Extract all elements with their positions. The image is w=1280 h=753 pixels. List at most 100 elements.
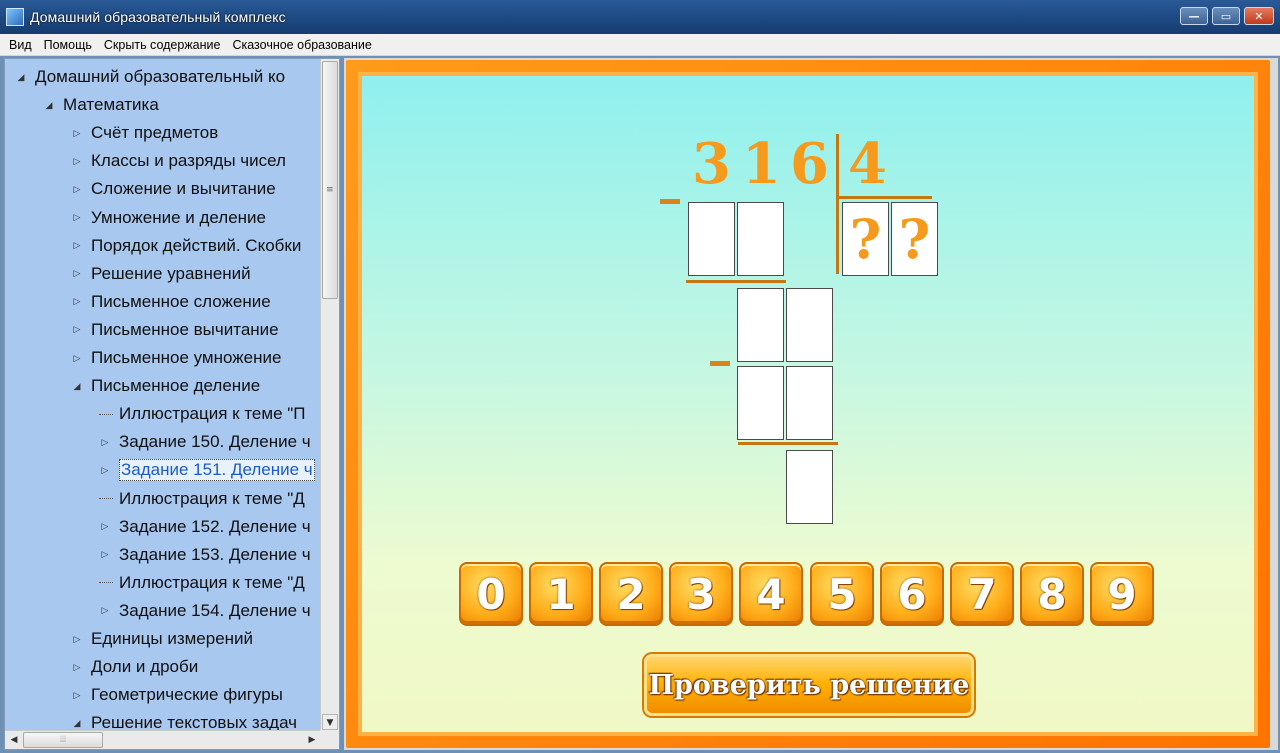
scroll-right-icon[interactable]: ▶ bbox=[304, 732, 320, 748]
tree-item[interactable]: ▷ Письменное сложение bbox=[71, 290, 271, 314]
quotient-cell[interactable]: ? bbox=[891, 202, 938, 276]
tree-item[interactable]: ▷ Письменное умножение bbox=[71, 346, 282, 370]
answer-cell[interactable] bbox=[786, 288, 833, 362]
minimize-button[interactable]: — bbox=[1180, 7, 1208, 25]
expanded-arrow-icon[interactable]: ◢ bbox=[71, 718, 83, 729]
tree-item[interactable]: ◢ Решение текстовых задач bbox=[71, 711, 297, 731]
dividend-digit: 6 bbox=[790, 131, 829, 197]
scroll-grip-icon: ≡ bbox=[326, 185, 334, 195]
tree-item-label: Доли и дроби bbox=[91, 657, 199, 677]
scroll-left-icon[interactable]: ◀ bbox=[6, 732, 22, 748]
menu-view[interactable]: Вид bbox=[3, 38, 38, 52]
tree-item[interactable]: Иллюстрация к теме "Д bbox=[99, 571, 305, 595]
digit-key-5[interactable]: 5 bbox=[810, 562, 874, 626]
tree-item-label: Классы и разряды чисел bbox=[91, 151, 286, 171]
vertical-scrollbar[interactable]: ≡ ▼ bbox=[320, 59, 339, 731]
tree-connector bbox=[99, 413, 113, 415]
digit-key-8[interactable]: 8 bbox=[1020, 562, 1084, 626]
digit-key-4[interactable]: 4 bbox=[739, 562, 803, 626]
tree-item[interactable]: ▷ Задание 152. Деление ч bbox=[99, 515, 311, 539]
tree-item[interactable]: Иллюстрация к теме "Д bbox=[99, 487, 305, 511]
collapsed-arrow-icon[interactable]: ▷ bbox=[99, 437, 111, 448]
tree-item[interactable]: ◢ Письменное деление bbox=[71, 374, 261, 398]
tree-item[interactable]: ▷ Счёт предметов bbox=[71, 121, 219, 145]
tree-item[interactable]: ◢ Домашний образовательный ко bbox=[15, 65, 286, 89]
collapsed-arrow-icon[interactable]: ▷ bbox=[99, 521, 111, 532]
digit-key-0[interactable]: 0 bbox=[459, 562, 523, 626]
collapsed-arrow-icon[interactable]: ▷ bbox=[71, 268, 83, 279]
tree-item[interactable]: ▷ Сложение и вычитание bbox=[71, 177, 276, 201]
tree-item[interactable]: ◢ Математика bbox=[43, 93, 159, 117]
collapsed-arrow-icon[interactable]: ▷ bbox=[71, 662, 83, 673]
digit-key-6[interactable]: 6 bbox=[880, 562, 944, 626]
tree-item[interactable]: ▷ Письменное вычитание bbox=[71, 318, 279, 342]
collapsed-arrow-icon[interactable]: ▷ bbox=[99, 605, 111, 616]
tree-item[interactable]: ▷ Геометрические фигуры bbox=[71, 683, 283, 707]
tree-item-label: Умножение и деление bbox=[91, 207, 267, 227]
answer-cell[interactable] bbox=[688, 202, 735, 276]
tree-item[interactable]: ▷ Умножение и деление bbox=[71, 206, 266, 230]
tree-item-label: Иллюстрация к теме "Д bbox=[119, 572, 305, 592]
vertical-scroll-thumb[interactable] bbox=[322, 61, 338, 299]
expanded-arrow-icon[interactable]: ◢ bbox=[43, 100, 55, 111]
close-button[interactable]: ✕ bbox=[1244, 7, 1274, 25]
division-vertical-bar bbox=[836, 134, 839, 274]
menu-hide-contents[interactable]: Скрыть содержание bbox=[98, 38, 227, 52]
tree-item[interactable]: ▷ Порядок действий. Скобки bbox=[71, 234, 302, 258]
expanded-arrow-icon[interactable]: ◢ bbox=[15, 72, 27, 83]
collapsed-arrow-icon[interactable]: ▷ bbox=[71, 240, 83, 251]
tree-item-label: Иллюстрация к теме "Д bbox=[119, 488, 305, 508]
tree-item-label: Математика bbox=[63, 95, 159, 115]
tree-item-label: Письменное сложение bbox=[91, 291, 271, 311]
collapsed-arrow-icon[interactable]: ▷ bbox=[99, 465, 111, 476]
horizontal-scrollbar[interactable]: ◀ ⦙⦙⦙ ▶ bbox=[5, 730, 321, 749]
tree-item[interactable]: ▷ Единицы измерений bbox=[71, 627, 254, 651]
check-solution-button[interactable]: Проверить решение bbox=[644, 654, 974, 716]
maximize-button[interactable]: ▭ bbox=[1212, 7, 1240, 25]
remainder-cell[interactable] bbox=[786, 450, 833, 524]
digit-key-9[interactable]: 9 bbox=[1090, 562, 1154, 626]
tree-item-label: Письменное вычитание bbox=[91, 319, 279, 339]
collapsed-arrow-icon[interactable]: ▷ bbox=[71, 353, 83, 364]
scroll-corner bbox=[320, 730, 339, 749]
tree-item[interactable]: ▷ Решение уравнений bbox=[71, 262, 251, 286]
collapsed-arrow-icon[interactable]: ▷ bbox=[71, 324, 83, 335]
collapsed-arrow-icon[interactable]: ▷ bbox=[71, 184, 83, 195]
tree-item[interactable]: ▷ Классы и разряды чисел bbox=[71, 149, 286, 173]
digit-key-2[interactable]: 2 bbox=[599, 562, 663, 626]
collapsed-arrow-icon[interactable]: ▷ bbox=[71, 156, 83, 167]
menu-fairy-education[interactable]: Сказочное образование bbox=[226, 38, 377, 52]
collapsed-arrow-icon[interactable]: ▷ bbox=[71, 128, 83, 139]
tree-item[interactable]: ▷ Задание 153. Деление ч bbox=[99, 543, 311, 567]
tree-item[interactable]: ▷ Задание 150. Деление ч bbox=[99, 430, 311, 454]
tree-item-selected[interactable]: ▷ Задание 151. Деление ч bbox=[99, 458, 315, 482]
content-area: 3 1 6 4 ? ? 0 1 2 3 4 5 6 7 8 9 Проверит… bbox=[344, 58, 1278, 750]
tree-item[interactable]: ▷ Задание 154. Деление ч bbox=[99, 599, 311, 623]
minus-sign bbox=[660, 199, 680, 204]
quotient-cell[interactable]: ? bbox=[842, 202, 889, 276]
tree-item-label: Письменное деление bbox=[91, 376, 261, 396]
answer-cell[interactable] bbox=[737, 202, 784, 276]
horizontal-scroll-thumb[interactable]: ⦙⦙⦙ bbox=[23, 732, 103, 748]
scroll-down-icon[interactable]: ▼ bbox=[322, 714, 338, 730]
tree-item-label: Задание 154. Деление ч bbox=[119, 600, 311, 620]
digit-key-3[interactable]: 3 bbox=[669, 562, 733, 626]
tree-item[interactable]: ▷ Доли и дроби bbox=[71, 655, 199, 679]
answer-cell[interactable] bbox=[786, 366, 833, 440]
collapsed-arrow-icon[interactable]: ▷ bbox=[71, 212, 83, 223]
digit-key-1[interactable]: 1 bbox=[529, 562, 593, 626]
collapsed-arrow-icon[interactable]: ▷ bbox=[99, 549, 111, 560]
digit-key-7[interactable]: 7 bbox=[950, 562, 1014, 626]
collapsed-arrow-icon[interactable]: ▷ bbox=[71, 634, 83, 645]
collapsed-arrow-icon[interactable]: ▷ bbox=[71, 296, 83, 307]
tree-item[interactable]: Иллюстрация к теме "П bbox=[99, 402, 306, 426]
answer-cell[interactable] bbox=[737, 366, 784, 440]
app-icon bbox=[6, 8, 24, 26]
expanded-arrow-icon[interactable]: ◢ bbox=[71, 381, 83, 392]
answer-cell[interactable] bbox=[737, 288, 784, 362]
frame-inner: 3 1 6 4 ? ? 0 1 2 3 4 5 6 7 8 9 Проверит… bbox=[358, 72, 1258, 736]
menu-help[interactable]: Помощь bbox=[38, 38, 98, 52]
tree-item-label: Счёт предметов bbox=[91, 123, 219, 143]
collapsed-arrow-icon[interactable]: ▷ bbox=[71, 690, 83, 701]
dividend-digit: 3 bbox=[692, 131, 731, 197]
